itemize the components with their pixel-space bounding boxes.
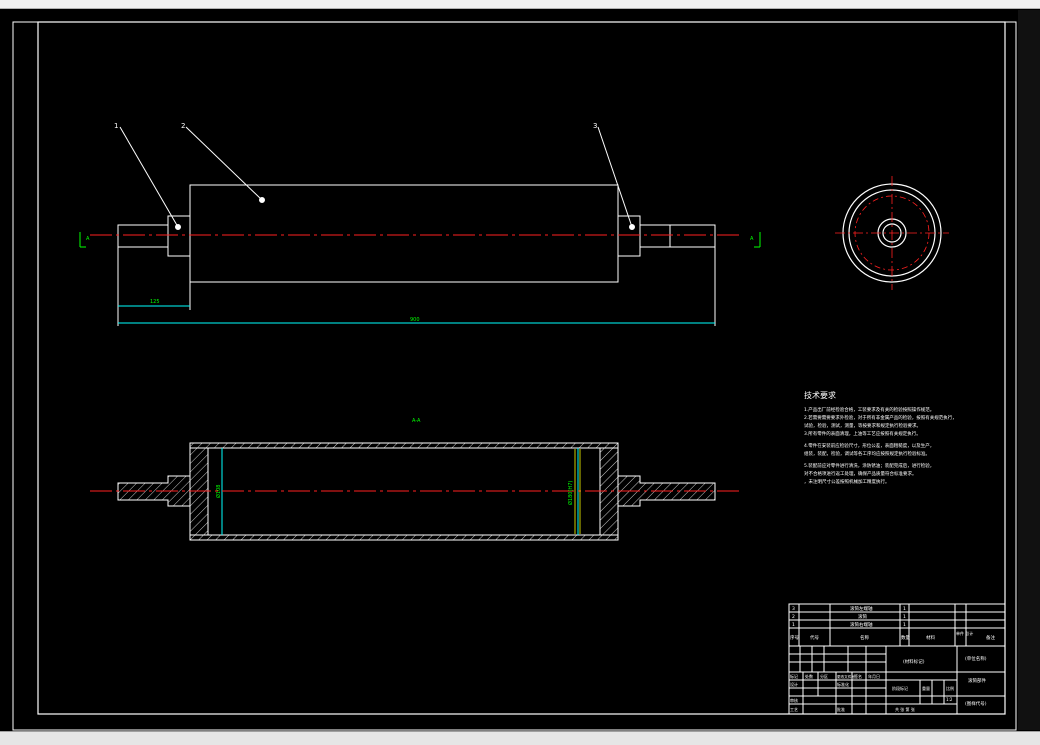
bom-qty: 1 [903, 606, 906, 612]
scale-label: 比例 [946, 685, 954, 691]
dim-bore-right: Ø180(H7) [567, 481, 574, 505]
tech-title: 技术要求 [804, 390, 836, 400]
drawing-code: (图样代号) [965, 700, 987, 707]
scale-value: 1:2 [946, 697, 953, 702]
unit-name: (单位名称) [965, 655, 987, 662]
bom-header-name: 名称 [860, 634, 869, 641]
bom-header-remark: 备注 [986, 634, 995, 641]
section-marker-left-label: A [86, 236, 90, 242]
tech-line: ，未注明尺寸公差按照机械加工精度执行。 [804, 478, 890, 485]
weight-label: 重量 [922, 685, 930, 691]
tech-line: 组装，装配，检验，调试等各工序均应按照规定执行检验标准。 [804, 450, 930, 457]
balloon-2: 2 [181, 122, 185, 130]
bom-header-weight: 单件 总计 [956, 630, 973, 636]
bom-no: 3 [792, 606, 795, 612]
drum-body [189, 184, 619, 283]
tech-line: 1.产品出厂前经检验合格，工装要求及有关的检验按照操作规范。 [804, 406, 934, 413]
tech-line: 2.若需要需要要求外检验，对于所有非金属产品的检验，按照有关规范执行， [804, 414, 957, 421]
dim-overall-text: 900 [410, 317, 420, 323]
bom-name: 滚筒 [858, 613, 867, 620]
left-shaft-end [117, 224, 169, 248]
tech-line: 5.装配前应对零件进行清洗，涂防锈油；装配完成后，进行检验， [804, 462, 934, 469]
balloon-1: 1 [114, 122, 118, 130]
bom-header-no: 序号 [790, 634, 799, 641]
role-label: 工艺 [790, 707, 798, 712]
tech-line: 4.零件在安装前应检验尺寸，形位公差，表面粗糙度，以及生产， [804, 442, 934, 449]
bom-header-qty: 数量 [901, 634, 910, 641]
tech-line: 试验，检验，测试，测量，等按要求和规定执行检验要求。 [804, 422, 921, 429]
role-label: 设计 [790, 681, 798, 687]
bom-name: 滚筒右端轴 [850, 621, 873, 628]
bom-no: 1 [792, 622, 795, 628]
sign-label: 分区 [820, 673, 828, 679]
bom-qty: 1 [903, 622, 906, 628]
drawing-name: 滚筒部件 [968, 677, 986, 684]
right-bearing-seat [617, 215, 641, 257]
sign-label: 更改文件号 [837, 674, 855, 679]
dim-short-text: 125 [150, 299, 160, 305]
tech-line: 对不合格项进行返工处理，确保产品质量符合标准要求。 [804, 470, 917, 477]
sign-label: 签名 [854, 673, 862, 679]
bom-header-code: 代号 [810, 634, 819, 641]
stage-label: 阶段标记 [892, 685, 908, 691]
sheet-label: 共 张 第 张 [895, 706, 915, 712]
section-marker-right [754, 232, 761, 248]
bom-qty: 1 [903, 614, 906, 620]
section-label: A-A [412, 418, 421, 424]
front-view [117, 126, 716, 326]
material-mark: (材料标记) [903, 658, 925, 665]
sign-label: 处数 [805, 673, 813, 679]
approve-label: 批准 [837, 706, 845, 712]
dim-bore-left: Ø108 [215, 485, 222, 498]
balloon-3: 3 [593, 122, 597, 130]
role-label: 审核 [790, 697, 798, 703]
tech-line: 3.所有零件的表面清理，上油等工艺应按照有关规定执行。 [804, 430, 921, 437]
std-label: 标准化 [837, 681, 849, 687]
side-view [835, 176, 949, 290]
sign-label: 年月日 [868, 673, 880, 679]
technical-requirements: 技术要求 1.产品出厂前经检验合格，工装要求及有关的检验按照操作规范。 2.若需… [804, 390, 957, 485]
cad-drawing-canvas: 1 2 3 125 900 A A A-A Ø108 Ø180(H7) 技术要求… [12, 21, 1017, 731]
left-bearing-seat [167, 215, 191, 257]
right-shaft-end [639, 224, 716, 248]
section-marker-right-label: A [750, 236, 754, 242]
bom-name: 滚筒左端轴 [850, 605, 873, 612]
bom-header-material: 材料 [926, 634, 935, 641]
sign-label: 标记 [790, 673, 798, 679]
bom-no: 2 [792, 614, 795, 620]
